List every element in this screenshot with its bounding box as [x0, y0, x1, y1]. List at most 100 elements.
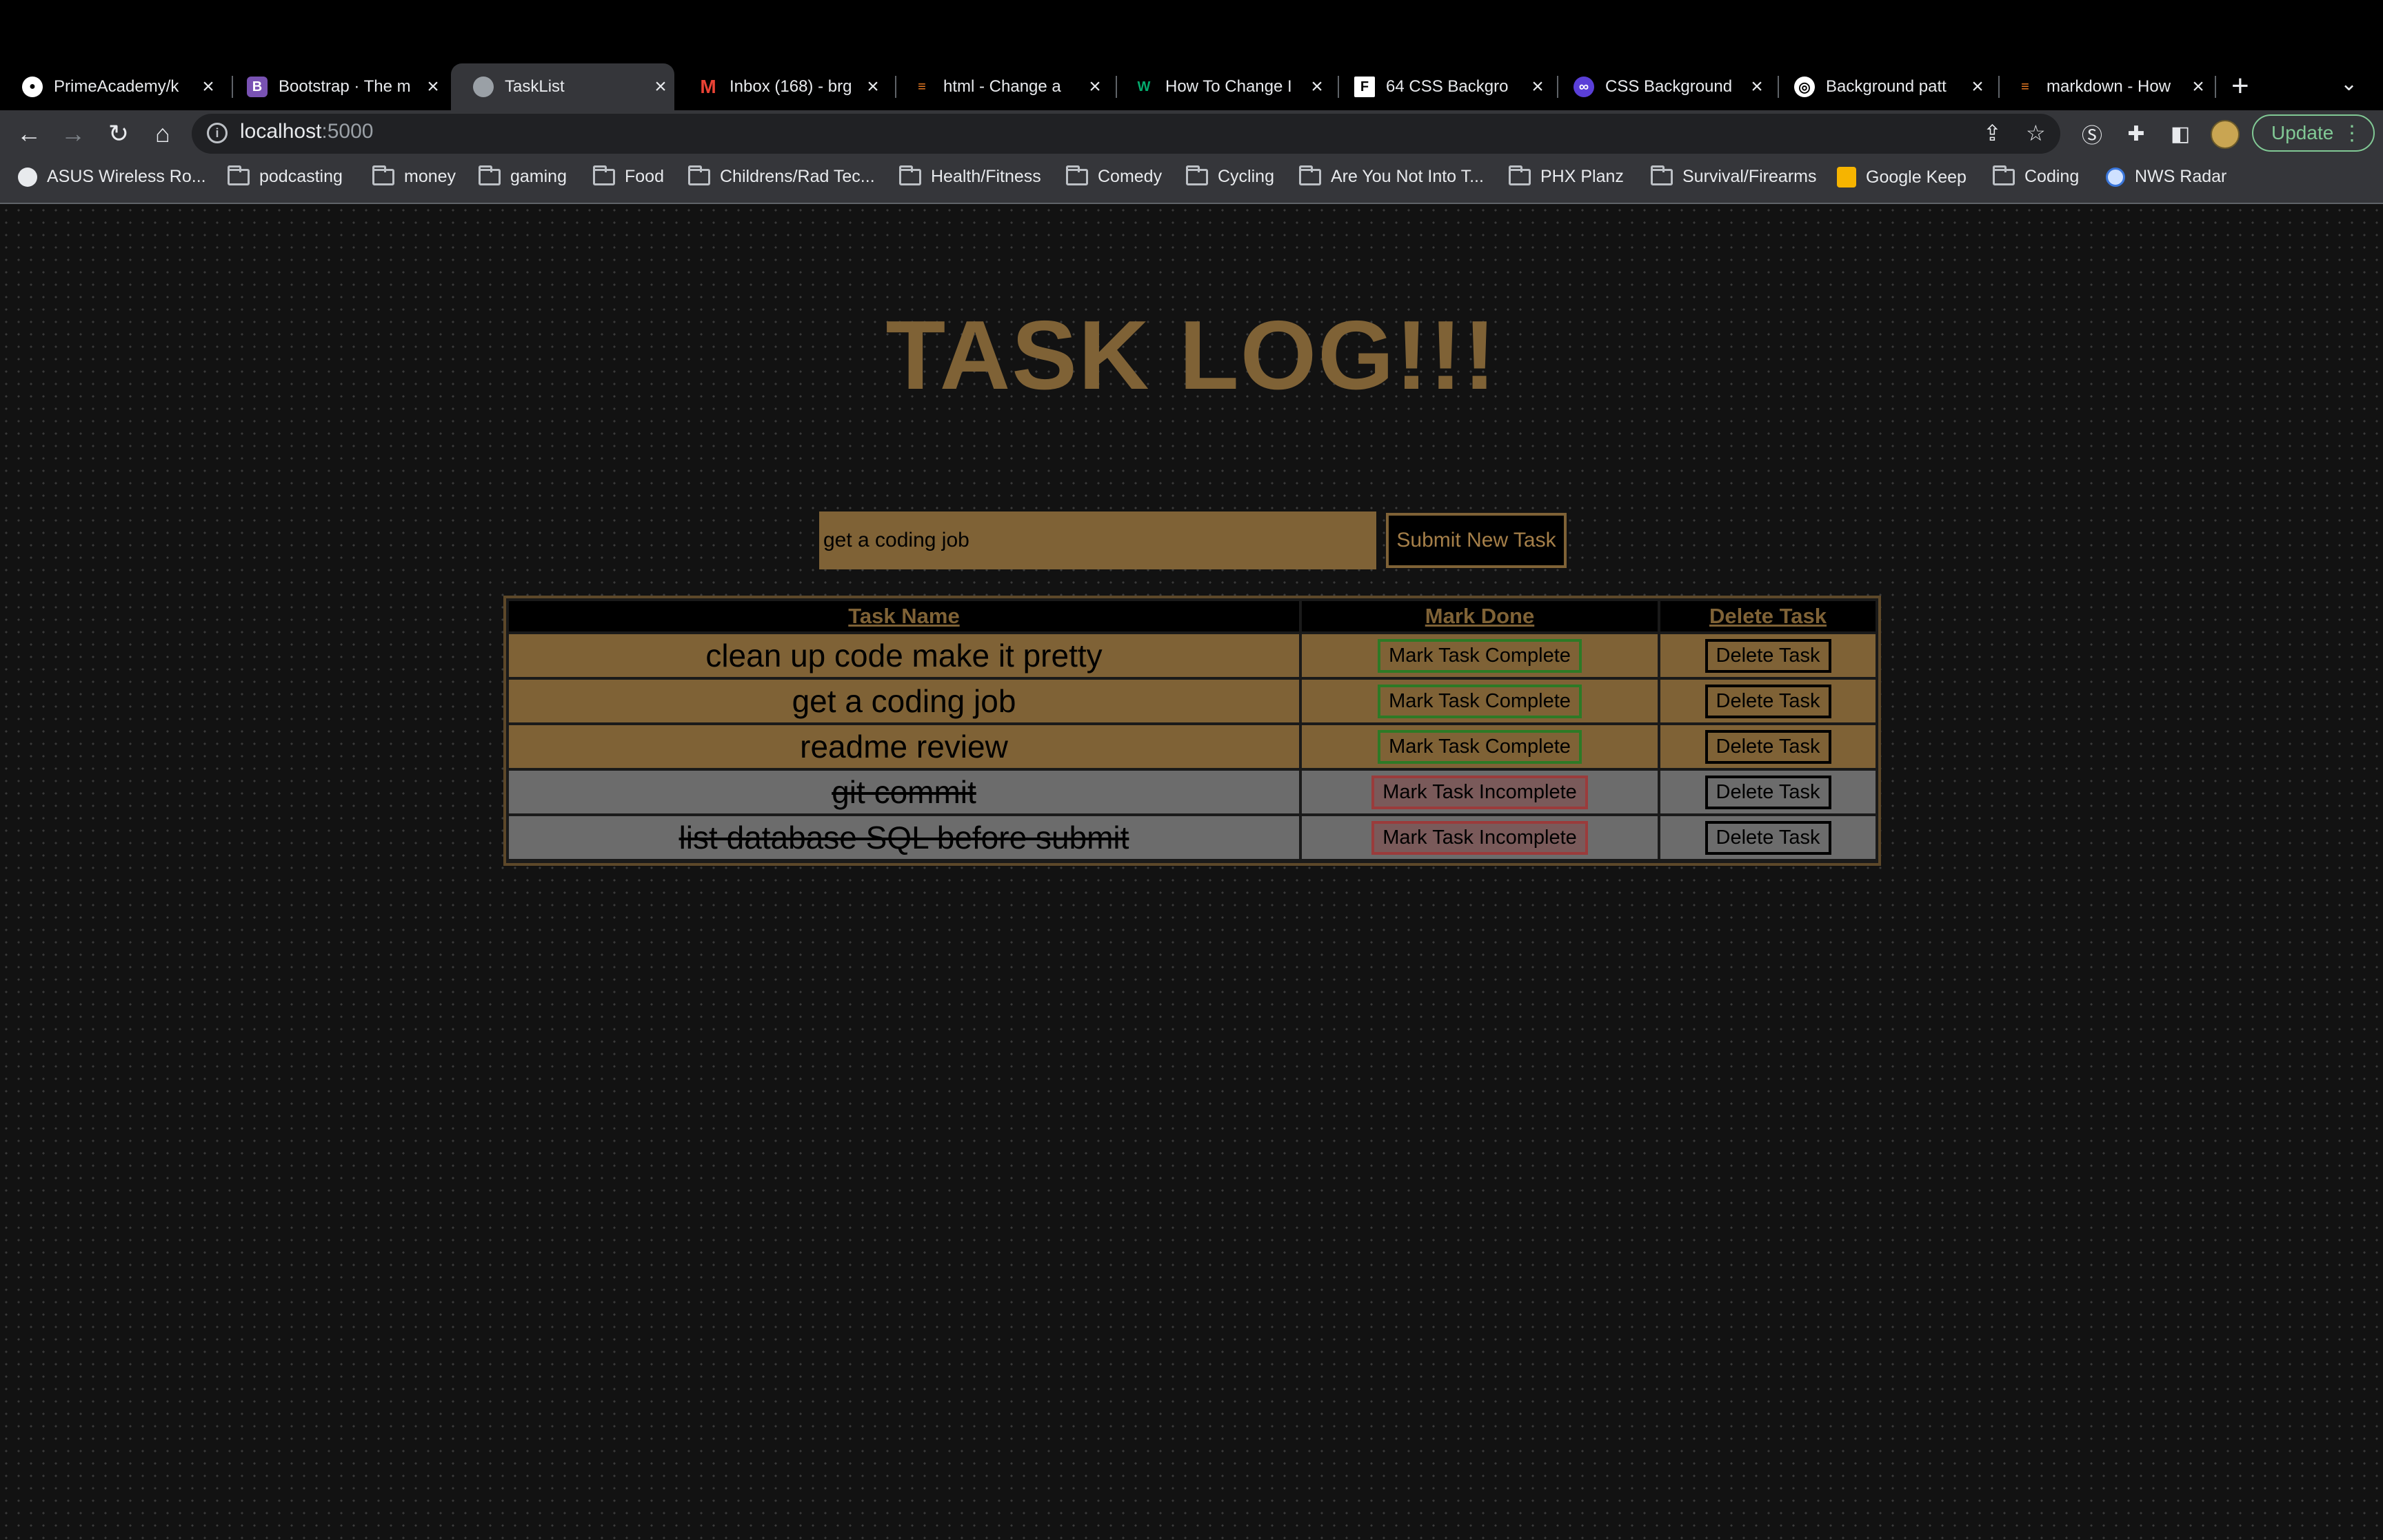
new-tab-plus-icon[interactable]: + — [2231, 69, 2249, 103]
bookmark-nws-radar[interactable]: NWS Radar — [2106, 167, 2226, 187]
bookmark-food[interactable]: Food — [593, 165, 664, 187]
update-button[interactable]: Update ⋮ — [2252, 114, 2375, 152]
bookmark-cycling[interactable]: Cycling — [1186, 165, 1274, 187]
mark-complete-button[interactable]: Mark Task Complete — [1378, 638, 1582, 673]
close-icon[interactable]: × — [1964, 75, 1991, 99]
task-input[interactable] — [819, 511, 1376, 569]
tab-background-pattern[interactable]: ◎ Background patt × — [1772, 63, 1991, 110]
close-icon[interactable]: × — [419, 75, 447, 99]
tab-css-backgrounds-64[interactable]: F 64 CSS Backgro × — [1332, 63, 1551, 110]
header-delete-task: Delete Task — [1660, 601, 1876, 631]
tab-title: Bootstrap · The m — [279, 77, 411, 96]
tab-title: 64 CSS Backgro — [1386, 77, 1509, 96]
tab-strip: ● PrimeAcademy/k × B Bootstrap · The m ×… — [0, 0, 2383, 110]
css-icon: ∞ — [1573, 77, 1594, 97]
delete-task-button[interactable]: Delete Task — [1705, 638, 1831, 673]
delete-cell: Delete Task — [1660, 771, 1876, 813]
bookmark-comedy[interactable]: Comedy — [1066, 165, 1163, 187]
delete-task-button[interactable]: Delete Task — [1705, 775, 1831, 809]
menu-dots-icon[interactable]: ⋮ — [2342, 121, 2362, 145]
tab-bootstrap[interactable]: B Bootstrap · The m × — [225, 63, 447, 110]
delete-task-button[interactable]: Delete Task — [1705, 684, 1831, 718]
reload-icon[interactable]: ↻ — [102, 117, 135, 150]
mark-complete-button[interactable]: Mark Task Complete — [1378, 729, 1582, 764]
bookmark-asus[interactable]: ASUS Wireless Ro... — [18, 167, 206, 187]
table-row: get a coding job Mark Task Complete Dele… — [509, 680, 1876, 722]
update-label: Update — [2271, 122, 2334, 143]
side-panel-icon[interactable]: ◧ — [2168, 121, 2193, 146]
bookmark-label: Food — [625, 167, 664, 186]
table-row: readme review Mark Task Complete Delete … — [509, 725, 1876, 768]
close-icon[interactable]: × — [194, 75, 222, 99]
bookmark-google-keep[interactable]: Google Keep — [1837, 167, 1967, 188]
close-icon[interactable]: × — [1743, 75, 1771, 99]
delete-task-button[interactable]: Delete Task — [1705, 729, 1831, 764]
profile-avatar[interactable] — [2211, 120, 2240, 149]
tab-tasklist[interactable]: TaskList × — [451, 63, 674, 110]
tab-markdown[interactable]: ≡ markdown - How × — [1993, 63, 2212, 110]
close-icon[interactable]: × — [1081, 75, 1109, 99]
delete-cell: Delete Task — [1660, 680, 1876, 722]
w3-icon: W — [1137, 79, 1151, 94]
bookmark-label: Comedy — [1098, 167, 1163, 186]
url-text[interactable]: localhost:5000 — [240, 120, 373, 143]
bookmark-star-icon[interactable]: ☆ — [2026, 120, 2046, 146]
page-body: TASK LOG!!! Submit New Task Task Name Ma… — [0, 204, 2383, 1540]
table-header-row: Task Name Mark Done Delete Task — [509, 601, 1876, 631]
close-icon[interactable]: × — [1524, 75, 1551, 99]
bookmark-are-you-not[interactable]: Are You Not Into T... — [1299, 165, 1484, 187]
delete-cell: Delete Task — [1660, 816, 1876, 859]
address-bar[interactable] — [192, 114, 2060, 154]
bookmark-health[interactable]: Health/Fitness — [899, 165, 1041, 187]
tab-inbox[interactable]: M Inbox (168) - brg × — [676, 63, 887, 110]
mark-done-cell: Mark Task Complete — [1302, 634, 1658, 677]
bookmark-phx-planz[interactable]: PHX Planz — [1509, 165, 1624, 187]
forward-arrow-icon[interactable]: → — [57, 117, 90, 150]
stackoverflow-icon: ≡ — [918, 79, 926, 94]
close-icon[interactable]: × — [1303, 75, 1331, 99]
site-info-icon[interactable]: i — [207, 123, 228, 143]
bookmark-coding[interactable]: Coding — [1993, 165, 2079, 187]
mark-done-cell: Mark Task Complete — [1302, 680, 1658, 722]
tab-css-background[interactable]: ∞ CSS Background × — [1551, 63, 1771, 110]
delete-cell: Delete Task — [1660, 634, 1876, 677]
submit-task-button[interactable]: Submit New Task — [1386, 513, 1567, 568]
mark-incomplete-button[interactable]: Mark Task Incomplete — [1371, 775, 1588, 809]
globe-icon — [473, 77, 494, 97]
delete-task-button[interactable]: Delete Task — [1705, 820, 1831, 855]
folder-icon — [1651, 165, 1673, 185]
share-icon[interactable]: ⇪ — [1983, 120, 2002, 146]
mark-complete-button[interactable]: Mark Task Complete — [1378, 684, 1582, 718]
back-arrow-icon[interactable]: ← — [12, 117, 46, 150]
close-icon[interactable]: × — [2184, 75, 2212, 99]
tab-how-to-change[interactable]: W How To Change I × — [1112, 63, 1331, 110]
bookmark-survival[interactable]: Survival/Firearms — [1651, 165, 1816, 187]
home-icon[interactable]: ⌂ — [146, 117, 179, 150]
folder-icon — [899, 165, 921, 185]
nws-icon — [2106, 167, 2125, 187]
mark-incomplete-button[interactable]: Mark Task Incomplete — [1371, 820, 1588, 855]
bookmark-podcasting[interactable]: podcasting — [228, 165, 343, 187]
bookmark-money[interactable]: money — [372, 165, 456, 187]
extension-s-icon[interactable]: Ⓢ — [2080, 121, 2104, 148]
mark-done-cell: Mark Task Complete — [1302, 725, 1658, 768]
github-icon: ● — [22, 77, 43, 97]
folder-icon — [479, 165, 501, 185]
bootstrap-icon: B — [247, 77, 268, 97]
header-task-name: Task Name — [509, 601, 1299, 631]
folder-icon — [1186, 165, 1208, 185]
tab-html-change[interactable]: ≡ html - Change a × — [889, 63, 1109, 110]
bookmark-label: podcasting — [259, 167, 343, 186]
folder-icon — [1299, 165, 1321, 185]
bookmark-gaming[interactable]: gaming — [479, 165, 567, 187]
table-row: clean up code make it pretty Mark Task C… — [509, 634, 1876, 677]
extensions-puzzle-icon[interactable]: ✚ — [2124, 121, 2149, 146]
tab-title: How To Change I — [1165, 77, 1292, 96]
page-title: TASK LOG!!! — [885, 301, 1498, 410]
tab-primeacademy[interactable]: ● PrimeAcademy/k × — [0, 63, 222, 110]
tab-title: markdown - How — [2047, 77, 2171, 96]
bookmark-childrens[interactable]: Childrens/Rad Tec... — [688, 165, 875, 187]
tab-search-chevron-icon[interactable]: ⌄ — [2340, 72, 2357, 96]
close-icon[interactable]: × — [859, 75, 887, 99]
close-icon[interactable]: × — [647, 75, 674, 99]
